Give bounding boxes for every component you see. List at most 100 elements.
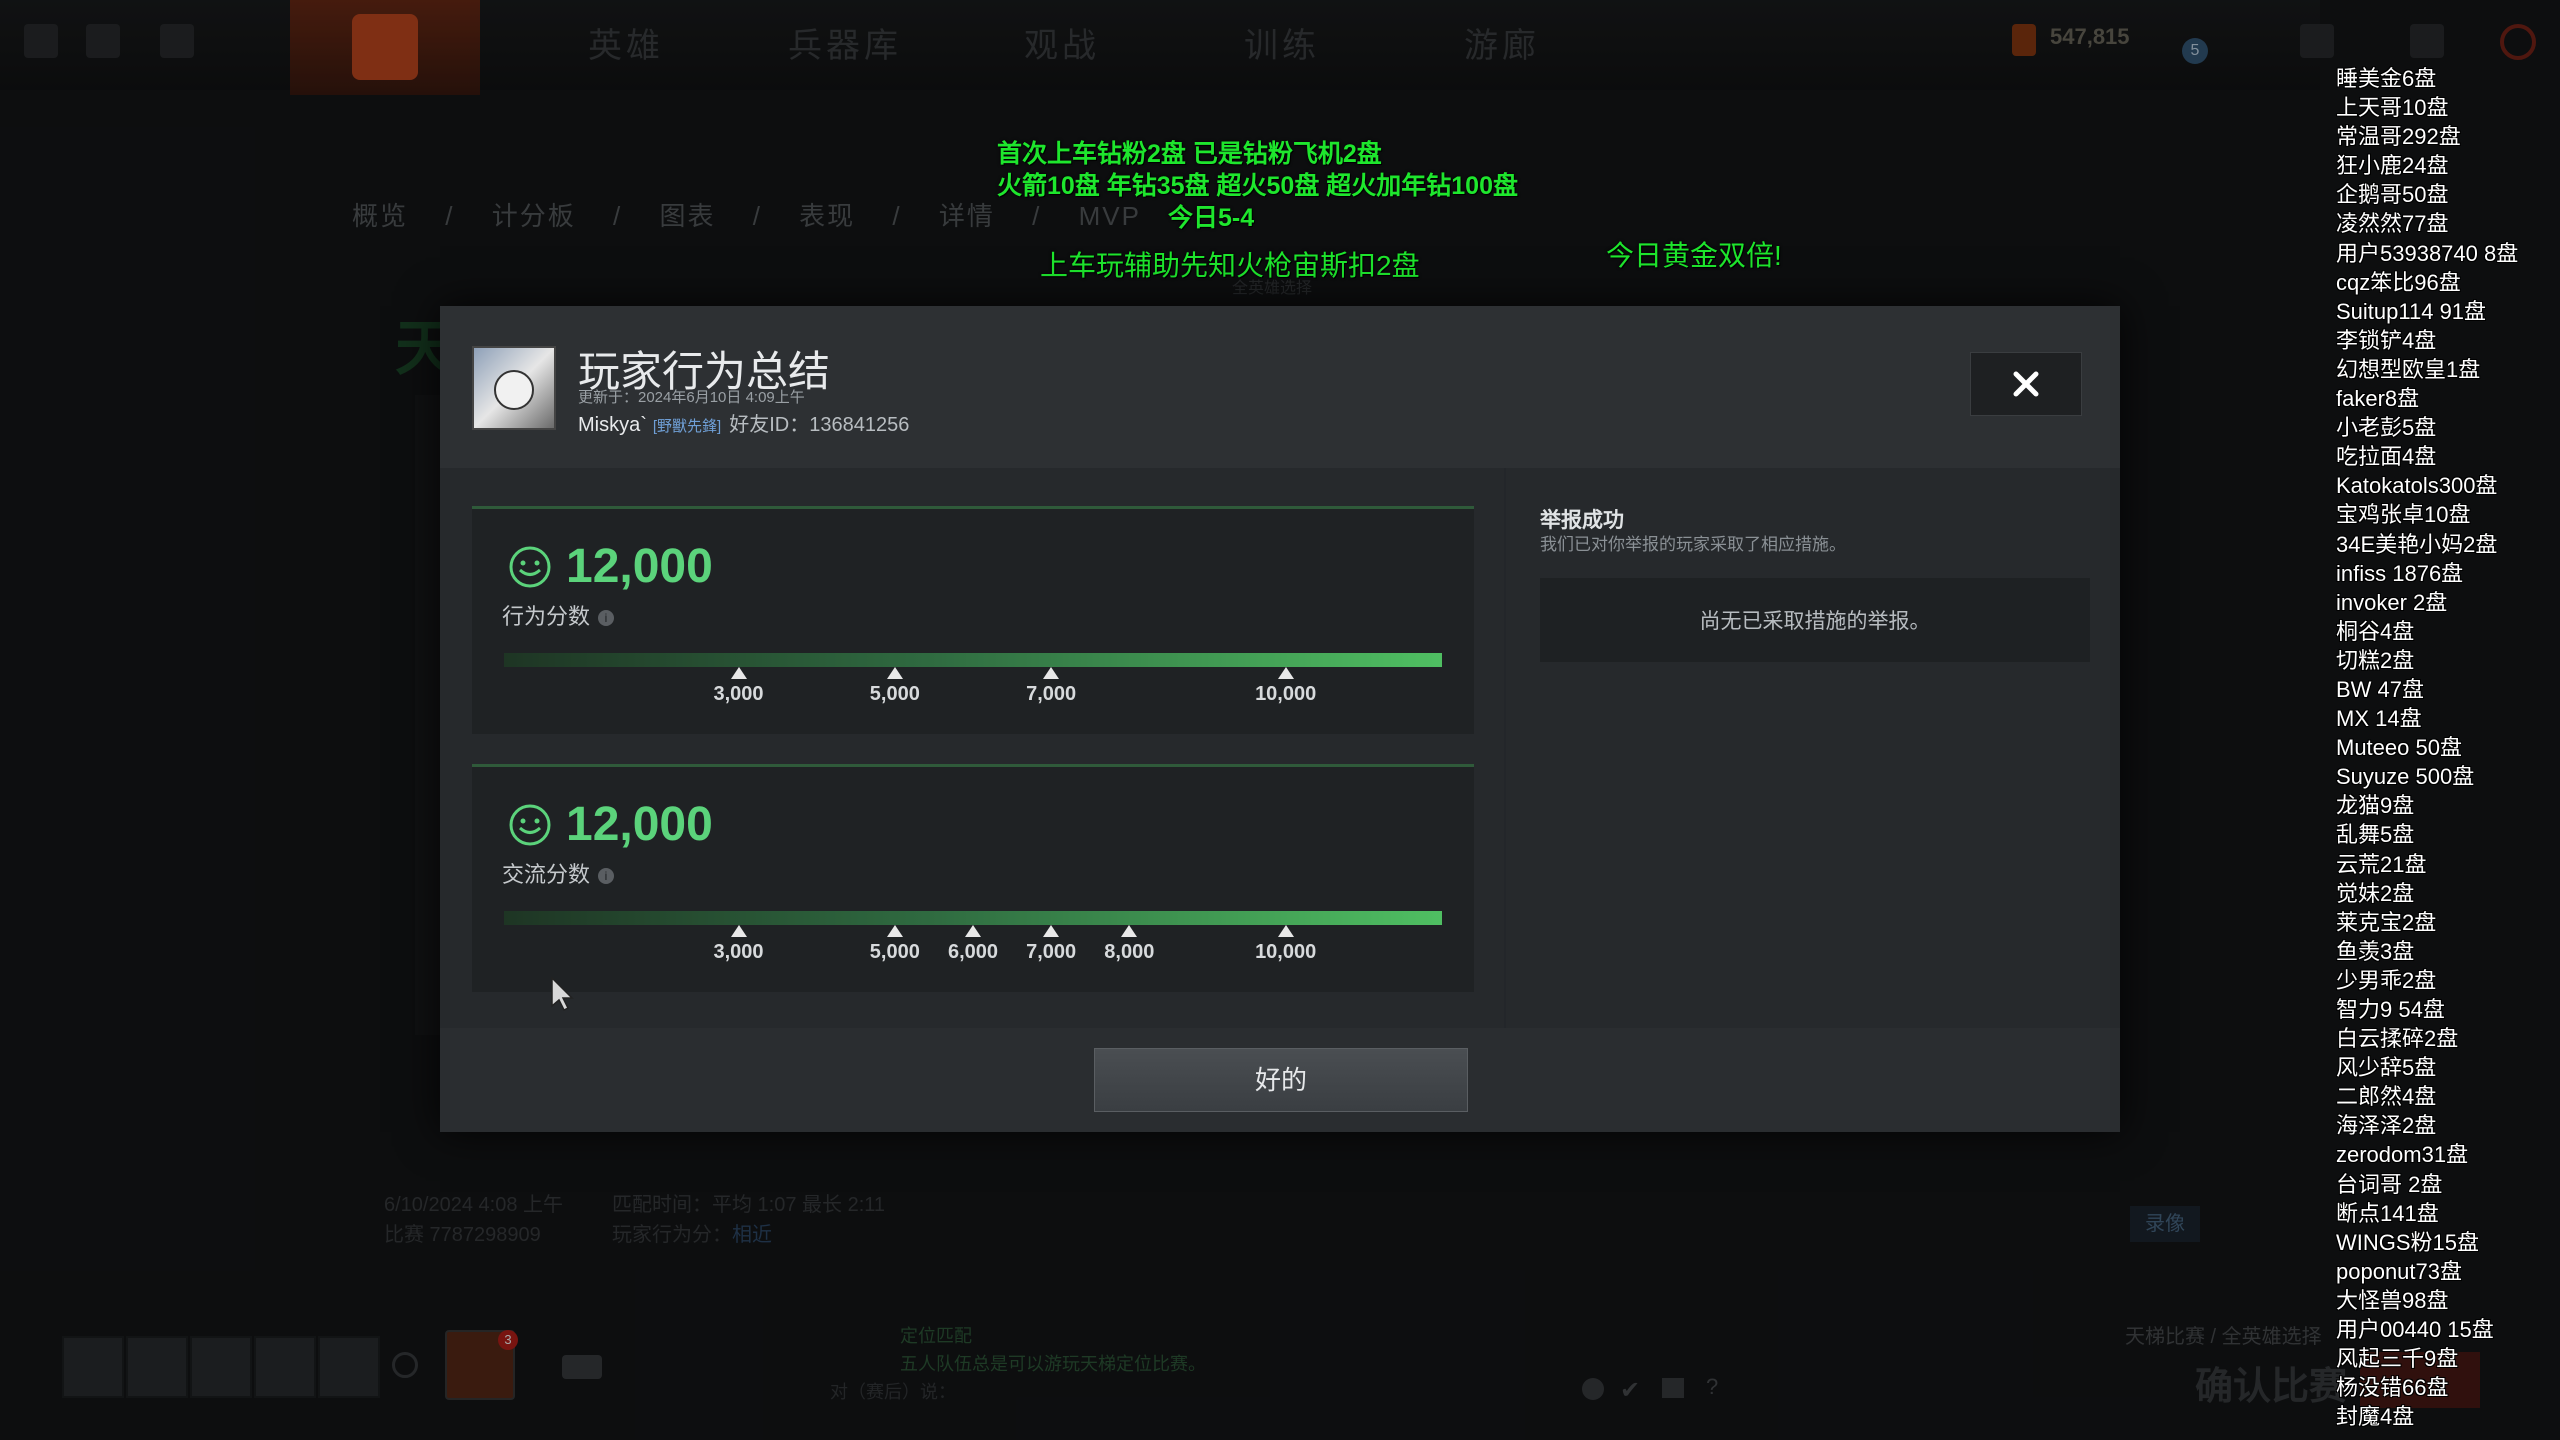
gift-list-item: Suitup114 91盘 bbox=[2336, 298, 2487, 324]
ok-button[interactable]: 好的 bbox=[1094, 1048, 1468, 1112]
info-icon[interactable]: i bbox=[598, 610, 615, 627]
tick-marker-icon bbox=[730, 667, 747, 679]
gift-list-item: 桐谷4盘 bbox=[2336, 618, 2415, 644]
gift-list-item: Suyuze 500盘 bbox=[2336, 764, 2475, 790]
gift-list-item: 吃拉面4盘 bbox=[2336, 444, 2437, 470]
avatar-face-icon bbox=[494, 370, 534, 410]
tick-marker-icon bbox=[1043, 667, 1060, 679]
gift-list-item: 用户53938740 8盘 bbox=[2336, 240, 2519, 266]
gift-list-item: 鱼羡3盘 bbox=[2336, 938, 2415, 964]
gift-list-item: 凌然然77盘 bbox=[2336, 211, 2449, 237]
promo-line: 首次上车钻粉2盘 已是钻粉飞机2盘 bbox=[997, 140, 1382, 168]
communication-score-value: 12,000 bbox=[566, 798, 713, 851]
behavior-score-label: 行为分数 i bbox=[502, 599, 615, 631]
gift-list-item: 睡美金6盘 bbox=[2336, 66, 2437, 91]
report-empty-message: 尚无已采取措施的举报。 bbox=[1540, 578, 2090, 662]
gift-list-item: 切糕2盘 bbox=[2336, 647, 2415, 673]
gift-list-item: 小老彭5盘 bbox=[2336, 415, 2437, 441]
gift-list-item: 二郎然4盘 bbox=[2336, 1084, 2437, 1110]
gift-list-item: 常温哥292盘 bbox=[2336, 124, 2461, 150]
gift-list-item: 少男乖2盘 bbox=[2336, 967, 2437, 993]
communication-score-bar bbox=[504, 911, 1442, 925]
behavior-summary-dialog: 玩家行为总结 更新于：2024年6月10日 4:09上午 Miskya` [野獸先… bbox=[440, 306, 2120, 1132]
gift-list-item: MX 14盘 bbox=[2336, 706, 2422, 732]
behavior-score-value: 12,000 bbox=[566, 540, 713, 593]
tick-marker-icon bbox=[1277, 667, 1294, 679]
gift-list: 睡美金6盘上天哥10盘 常温哥292盘 狂小鹿24盘 企鹅哥50盘 凌然然77盘用户53… bbox=[2336, 64, 2560, 1431]
gift-list-item: invoker 2盘 bbox=[2336, 589, 2448, 615]
gift-list-item: 觉妹2盘 bbox=[2336, 880, 2415, 906]
tick-marker-icon bbox=[1043, 925, 1060, 937]
gift-list-item: 杨没错66盘 bbox=[2336, 1375, 2449, 1401]
smiley-icon bbox=[509, 546, 551, 588]
promo-line: 上车玩辅助先知火枪宙斯扣2盘 bbox=[1040, 250, 1420, 281]
gift-list-item: 幻想型欧皇1盘 bbox=[2336, 356, 2481, 382]
tick-label: 7,000 bbox=[1026, 683, 1077, 705]
gift-list-item: 云荒21盘 bbox=[2336, 851, 2427, 877]
tick-label: 6,000 bbox=[947, 941, 999, 963]
gift-list-item: infiss 1876盘 bbox=[2336, 560, 2464, 586]
behavior-score-panel: 12,000 行为分数 i 3,000 5,000 7,000 10,000 bbox=[472, 506, 1474, 734]
tick-label: 10,000 bbox=[1255, 683, 1317, 705]
tick-marker-icon bbox=[1121, 925, 1138, 937]
gift-list-item: 台词哥 2盘 bbox=[2336, 1171, 2443, 1197]
gift-list-item: 风少辞5盘 bbox=[2336, 1055, 2437, 1081]
tick-label: 3,000 bbox=[713, 941, 764, 963]
tick-marker-icon bbox=[886, 925, 903, 937]
communication-score-label: 交流分数 i bbox=[502, 857, 615, 889]
gift-list-item: 乱舞5盘 bbox=[2336, 822, 2415, 848]
close-icon bbox=[2013, 371, 2039, 397]
promo-line: 今日黄金双倍! bbox=[1606, 240, 1782, 271]
tick-label: 10,000 bbox=[1255, 941, 1317, 963]
promo-line: 火箭10盘 年钻35盘 超火50盘 超火加年钻100盘 bbox=[997, 172, 1518, 200]
gift-list-item: 狂小鹿24盘 bbox=[2336, 153, 2449, 179]
gift-list-item: 白云揉碎2盘 bbox=[2336, 1026, 2459, 1052]
tick-marker-icon bbox=[965, 925, 981, 937]
tick-label: 5,000 bbox=[869, 683, 920, 705]
gift-list-item: 李锁铲4盘 bbox=[2336, 327, 2437, 353]
gift-list-item: 用户00440 15盘 bbox=[2336, 1317, 2494, 1343]
communication-score-panel: 12,000 交流分数 i 3,000 5,000 6,000 7,000 8,000 10… bbox=[472, 764, 1474, 992]
tick-marker-icon bbox=[730, 925, 747, 937]
player-name: Miskya` bbox=[578, 414, 647, 436]
gift-list-item: Muteeo 50盘 bbox=[2336, 735, 2462, 761]
tick-marker-icon bbox=[886, 667, 903, 679]
mouse-cursor-icon bbox=[551, 976, 574, 1012]
gift-list-item: BW 47盘 bbox=[2336, 676, 2425, 702]
gift-list-item: poponut73盘 bbox=[2336, 1258, 2462, 1284]
gift-list-item: 莱克宝2盘 bbox=[2336, 909, 2437, 935]
dialog-header: 玩家行为总结 更新于：2024年6月10日 4:09上午 Miskya` [野獸先… bbox=[440, 306, 2120, 468]
tick-label: 3,000 bbox=[713, 683, 764, 705]
behavior-score-bar bbox=[504, 653, 1442, 667]
player-info: Miskya` [野獸先鋒] 好友ID：136841256 bbox=[578, 408, 909, 437]
gift-list-item: Katokatols300盘 bbox=[2336, 473, 2498, 499]
gift-list-item: 封魔4盘 bbox=[2336, 1404, 2415, 1430]
smiley-icon bbox=[509, 804, 551, 846]
gift-list-item: cqz笨比96盘 bbox=[2336, 269, 2461, 295]
divider bbox=[1504, 468, 1506, 1028]
gift-list-item: 海泽泽2盘 bbox=[2336, 1113, 2437, 1139]
gift-list-item: faker8盘 bbox=[2336, 386, 2420, 412]
report-panel: 举报成功 我们已对你举报的玩家采取了相应措施。 尚无已采取措施的举报。 bbox=[1540, 468, 2100, 1028]
gift-list-item: 34E美艳小妈2盘 bbox=[2336, 531, 2498, 557]
close-button[interactable] bbox=[1970, 352, 2082, 416]
tick-label: 8,000 bbox=[1104, 941, 1155, 963]
gift-list-item: 大怪兽98盘 bbox=[2336, 1287, 2449, 1313]
report-description: 我们已对你举报的玩家采取了相应措施。 bbox=[1540, 535, 1846, 554]
guild-tag: [野獸先鋒] bbox=[652, 418, 722, 435]
friend-id: 好友ID：136841256 bbox=[729, 414, 910, 436]
player-avatar bbox=[472, 346, 556, 430]
gift-list-item: 龙猫9盘 bbox=[2336, 793, 2415, 819]
info-icon[interactable]: i bbox=[598, 868, 615, 885]
tick-label: 7,000 bbox=[1026, 941, 1077, 963]
gift-list-item: 上天哥10盘 bbox=[2336, 95, 2449, 121]
promo-line: 今日5-4 bbox=[1168, 204, 1255, 232]
gift-list-item: 企鹅哥50盘 bbox=[2336, 182, 2449, 208]
updated-time: 更新于：2024年6月10日 4:09上午 bbox=[578, 389, 805, 406]
gift-list-item: 断点141盘 bbox=[2336, 1200, 2439, 1226]
dialog-body: 12,000 行为分数 i 3,000 5,000 7,000 10,000 12,00… bbox=[440, 468, 2120, 1028]
tick-label: 5,000 bbox=[869, 941, 920, 963]
gift-list-item: 智力9 54盘 bbox=[2336, 997, 2445, 1022]
gift-list-item: WINGS粉15盘 bbox=[2336, 1229, 2480, 1255]
gift-list-item: 风起三千9盘 bbox=[2336, 1346, 2459, 1372]
